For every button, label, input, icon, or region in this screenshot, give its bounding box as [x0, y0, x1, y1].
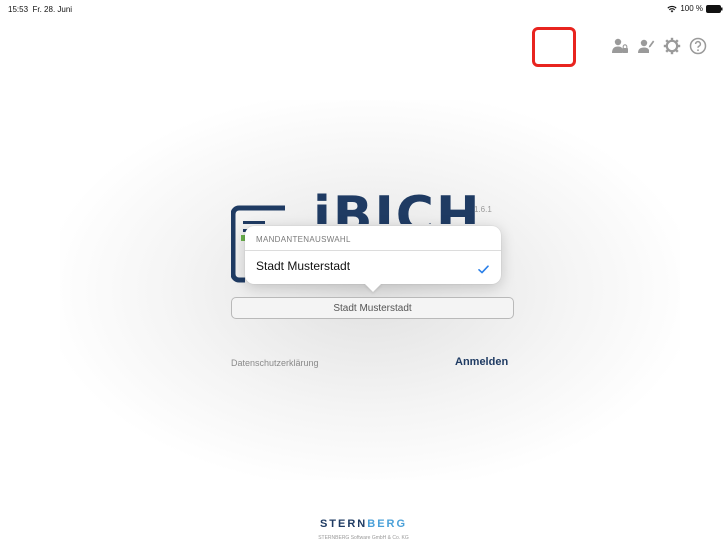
footer-brand-part2: BERG [367, 518, 408, 530]
toolbar [610, 36, 708, 56]
footer-company: STERNBERG Software GmbH & Co. KG [318, 535, 409, 541]
highlight-box[interactable] [532, 27, 576, 67]
tenant-option-label: Stadt Musterstadt [256, 259, 351, 273]
battery-icon [706, 4, 723, 13]
tenant-select[interactable]: Stadt Musterstadt [231, 297, 514, 319]
help-icon[interactable] [688, 36, 708, 56]
checkmark-icon [478, 261, 489, 279]
status-date: Fr. 28. Juni [32, 5, 73, 14]
tenant-option[interactable]: Stadt Musterstadt [245, 251, 501, 281]
footer-brand: STERNBERG [0, 518, 727, 530]
popover-header: MANDANTENAUSWAHL [256, 235, 351, 244]
user-lock-icon[interactable] [610, 36, 630, 56]
status-time: 15:53 Fr. 28. Juni [8, 5, 72, 14]
gear-icon[interactable] [662, 36, 682, 56]
battery-percent: 100 % [680, 4, 703, 13]
status-bar: 15:53 Fr. 28. Juni 100 % [0, 0, 727, 22]
tenant-popover: MANDANTENAUSWAHL Stadt Musterstadt [245, 226, 501, 284]
app-version: 1.6.1 [474, 205, 492, 214]
user-edit-icon[interactable] [636, 36, 656, 56]
popover-arrow [364, 283, 382, 292]
status-right: 100 % [667, 4, 723, 13]
login-button[interactable]: Anmelden [455, 356, 508, 368]
footer-brand-part1: STERN [319, 518, 368, 530]
privacy-link[interactable]: Datenschutzerklärung [231, 358, 319, 368]
wifi-icon [667, 5, 677, 13]
status-clock: 15:53 [8, 5, 29, 14]
